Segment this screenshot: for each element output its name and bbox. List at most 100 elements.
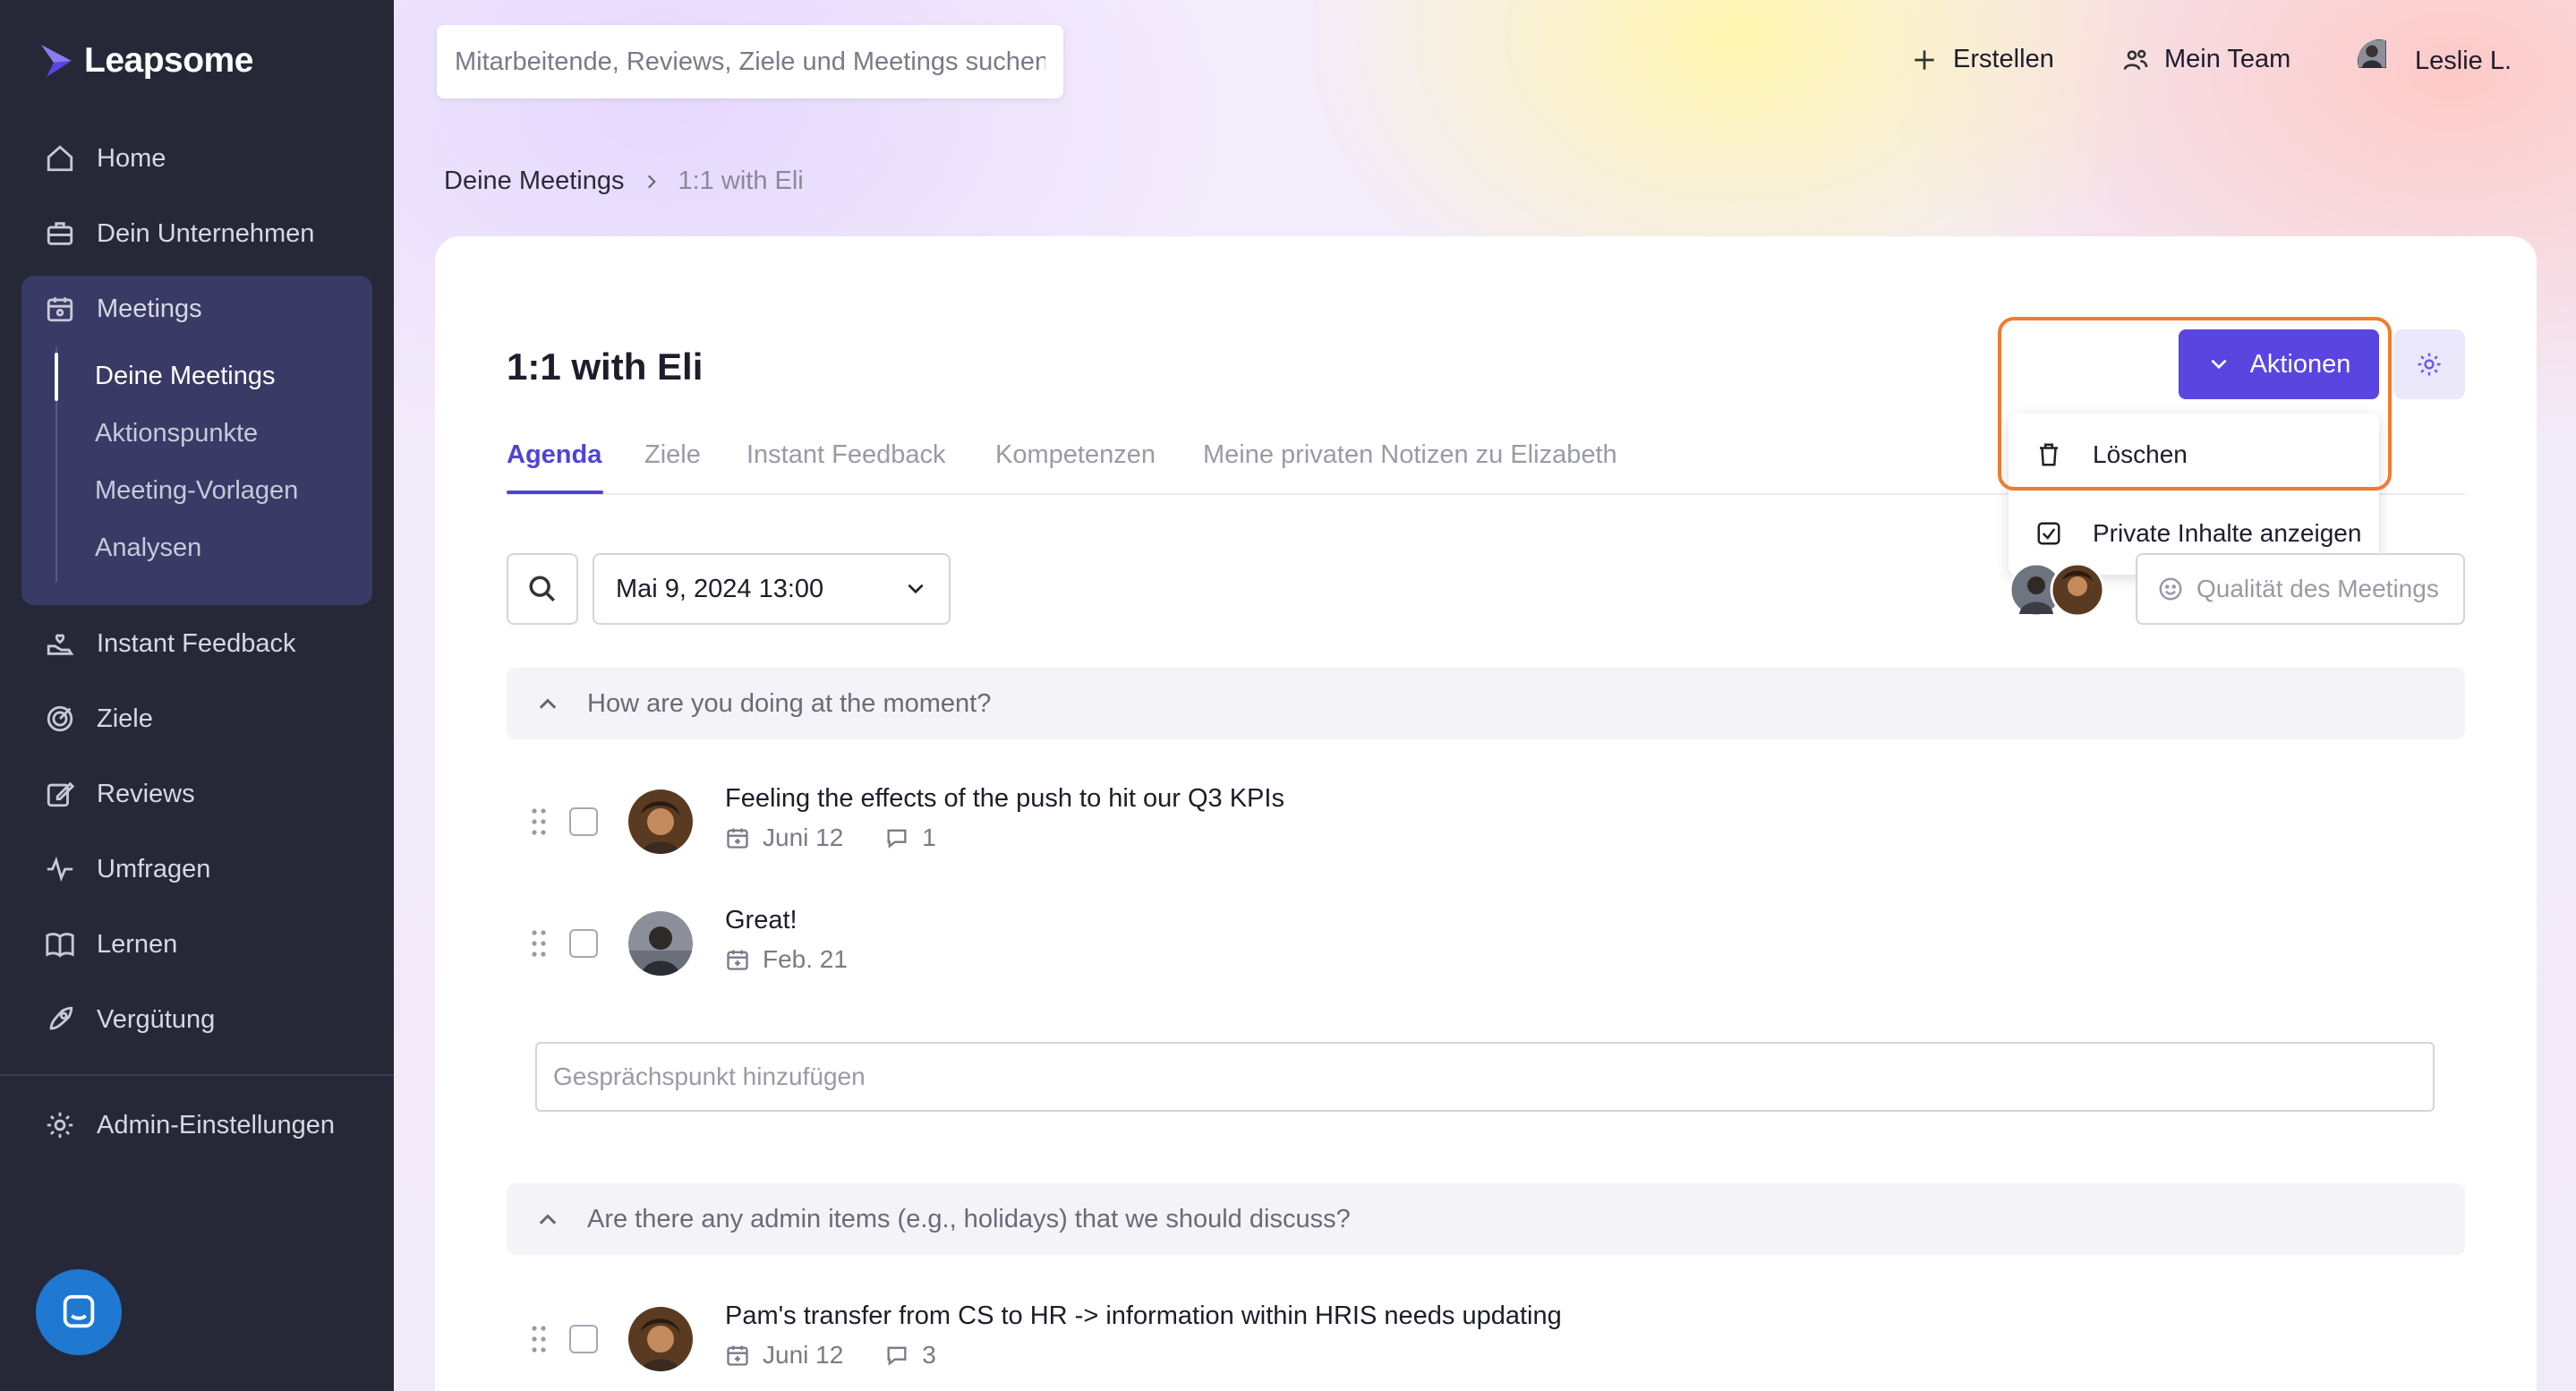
chat-icon	[63, 1294, 95, 1328]
meeting-quality-button[interactable]: Qualität des Meetings	[2136, 553, 2465, 625]
tab-ziele[interactable]: Ziele	[644, 440, 701, 470]
item-comment-count[interactable]: 1	[922, 824, 936, 852]
tab-kompetenzen[interactable]: Kompetenzen	[995, 440, 1156, 470]
sidebar-subitem-aktionspunkte[interactable]: Aktionspunkte	[95, 419, 258, 448]
actions-dropdown: Löschen Private Inhalte anzeigen	[2009, 414, 2379, 575]
item-date: Juni 12	[763, 1341, 844, 1369]
item-title[interactable]: Great!	[725, 906, 798, 935]
section-title: How are you doing at the moment?	[587, 688, 992, 718]
sidebar-item-meetings[interactable]: Meetings	[45, 294, 202, 324]
participant-avatars[interactable]	[2009, 562, 2107, 618]
agenda-section-header[interactable]: How are you doing at the moment?	[507, 668, 2465, 739]
drag-handle-icon[interactable]	[528, 927, 550, 960]
hand-heart-icon	[47, 634, 74, 655]
item-date: Feb. 21	[763, 945, 848, 973]
pulse-icon	[47, 856, 73, 883]
chevron-up-icon	[539, 1214, 557, 1225]
leapsome-logo-icon	[41, 45, 72, 77]
edit-icon	[47, 781, 75, 807]
add-topic-field[interactable]	[535, 1042, 2435, 1112]
sidebar-item-label: Instant Feedback	[97, 628, 296, 658]
participant-avatar-images	[2009, 562, 2105, 618]
list-item: Pam's transfer from CS to HR -> informat…	[528, 1301, 2229, 1387]
actions-label: Aktionen	[2249, 349, 2351, 379]
search-input[interactable]	[437, 25, 1063, 98]
sidebar-item-verguetung[interactable]: Vergütung	[45, 1004, 215, 1035]
support-chat-button[interactable]	[36, 1269, 122, 1355]
meeting-date-value: Mai 9, 2024 13:00	[616, 574, 824, 603]
section-title: Are there any admin items (e.g., holiday…	[587, 1204, 1351, 1233]
comment-icon[interactable]	[884, 825, 909, 850]
home-icon	[47, 145, 73, 172]
sidebar-item-umfragen[interactable]: Umfragen	[45, 854, 210, 884]
list-item: Great! Feb. 21	[528, 906, 2229, 992]
chevron-up-icon	[539, 698, 557, 709]
target-icon	[47, 705, 73, 732]
item-title[interactable]: Pam's transfer from CS to HR -> informat…	[725, 1301, 1562, 1331]
tab-agenda[interactable]: Agenda	[507, 440, 601, 470]
my-team-button[interactable]: Mein Team	[2121, 45, 2290, 74]
drag-handle-icon[interactable]	[528, 806, 550, 838]
item-comment-count[interactable]: 3	[922, 1341, 936, 1370]
item-title[interactable]: Feeling the effects of the push to hit o…	[725, 784, 1284, 814]
sidebar: Leapsome Home Dein Unternehmen Meetings …	[0, 0, 394, 1391]
user-menu[interactable]: Leslie L.	[2358, 39, 2512, 82]
sidebar-item-company[interactable]: Dein Unternehmen	[45, 218, 314, 249]
tab-private-notes[interactable]: Meine privaten Notizen zu Elizabeth	[1203, 440, 1617, 470]
book-icon	[46, 933, 74, 958]
list-item: Feeling the effects of the push to hit o…	[528, 784, 2229, 870]
user-avatar	[2358, 39, 2401, 82]
gear-icon	[2418, 353, 2441, 376]
meeting-settings-button[interactable]	[2393, 329, 2465, 399]
sidebar-item-label: Umfragen	[97, 854, 211, 883]
create-button[interactable]: Erstellen	[1910, 45, 2054, 74]
sidebar-item-label: Vergütung	[97, 1004, 216, 1034]
agenda-search-button[interactable]	[507, 553, 578, 625]
calendar-icon	[727, 828, 748, 849]
add-topic-input[interactable]	[537, 1044, 2433, 1110]
plus-icon	[1915, 49, 1934, 70]
submenu-active-indicator	[55, 353, 58, 401]
sidebar-item-ziele[interactable]: Ziele	[45, 704, 153, 734]
sidebar-item-home[interactable]: Home	[45, 143, 166, 174]
chevron-down-icon	[908, 584, 924, 594]
page-title: 1:1 with Eli	[507, 346, 704, 388]
sidebar-subitem-meeting-vorlagen[interactable]: Meeting-Vorlagen	[95, 476, 298, 506]
sidebar-item-admin-settings[interactable]: Admin-Einstellungen	[45, 1110, 335, 1140]
breadcrumb: Deine Meetings 1:1 with Eli	[444, 166, 804, 196]
item-checkbox[interactable]	[569, 929, 598, 958]
agenda-section-header[interactable]: Are there any admin items (e.g., holiday…	[507, 1183, 2465, 1255]
rocket-icon	[49, 1006, 73, 1030]
search-icon	[529, 576, 556, 602]
avatar	[628, 1307, 693, 1371]
logo-text: Leapsome	[84, 41, 253, 80]
item-meta: Juni 12 1	[725, 824, 936, 852]
meeting-date-select[interactable]: Mai 9, 2024 13:00	[593, 553, 951, 625]
sidebar-item-instant-feedback[interactable]: Instant Feedback	[45, 628, 295, 659]
global-search[interactable]	[437, 25, 1063, 98]
menu-item-label: Löschen	[2093, 440, 2188, 468]
sidebar-item-reviews[interactable]: Reviews	[45, 779, 195, 809]
actions-button[interactable]: Aktionen	[2179, 329, 2379, 399]
sidebar-item-lernen[interactable]: Lernen	[45, 929, 177, 960]
user-name: Leslie L.	[2415, 46, 2512, 75]
avatar	[628, 789, 693, 854]
user-avatar-image	[2358, 39, 2387, 69]
breadcrumb-parent[interactable]: Deine Meetings	[444, 166, 625, 196]
sidebar-subitem-analysen[interactable]: Analysen	[95, 533, 201, 563]
sidebar-subitem-deine-meetings[interactable]: Deine Meetings	[95, 362, 276, 391]
sidebar-item-label: Ziele	[97, 704, 153, 733]
leapsome-logo[interactable]: Leapsome	[38, 41, 253, 81]
menu-item-delete[interactable]: Löschen	[2009, 417, 2379, 492]
tab-instant-feedback[interactable]: Instant Feedback	[746, 440, 945, 470]
drag-handle-icon[interactable]	[528, 1323, 550, 1355]
chevron-right-icon	[647, 175, 656, 188]
avatar	[628, 911, 693, 976]
item-meta: Feb. 21	[725, 945, 848, 974]
item-checkbox[interactable]	[569, 1325, 598, 1353]
comment-icon[interactable]	[884, 1343, 909, 1368]
item-checkbox[interactable]	[569, 807, 598, 836]
meeting-quality-label: Qualität des Meetings	[2196, 575, 2439, 602]
calendar-people-icon	[47, 297, 73, 322]
sidebar-item-label: Lernen	[97, 929, 178, 959]
